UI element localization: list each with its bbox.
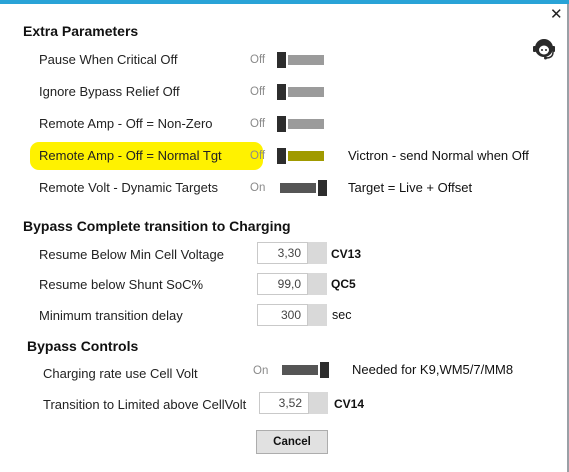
- label-transition-limited-cellvolt: Transition to Limited above CellVolt: [43, 397, 247, 412]
- input-resume-min-cell-voltage[interactable]: 3,30: [257, 242, 327, 264]
- toggle-knob: [277, 116, 286, 132]
- code-cv13: CV13: [331, 247, 362, 261]
- code-qc5: QC5: [331, 277, 356, 291]
- state-remote-volt-dynamic: On: [250, 182, 266, 194]
- note-victron: Victron - send Normal when Off: [348, 148, 529, 163]
- toggle-pause-when-critical[interactable]: [277, 52, 325, 68]
- toggle-track: [280, 183, 316, 193]
- toggle-ignore-bypass-relief[interactable]: [277, 84, 325, 100]
- note-target-live-offset: Target = Live + Offset: [348, 180, 473, 195]
- toggle-track: [288, 55, 324, 65]
- toggle-remote-amp-normal-tgt[interactable]: [277, 148, 325, 164]
- toggle-remote-amp-non-zero[interactable]: [277, 116, 325, 132]
- section-title-bypass-controls: Bypass Controls: [27, 338, 139, 354]
- window-top-accent-bar: [0, 0, 569, 4]
- state-pause-when-critical: Off: [250, 54, 266, 66]
- close-icon[interactable]: ✕: [550, 7, 563, 23]
- toggle-knob: [277, 148, 286, 164]
- state-remote-amp-normal-tgt: Off: [250, 150, 266, 162]
- input-resume-shunt-soc[interactable]: 99,0: [257, 273, 327, 295]
- state-charging-rate-cell-volt: On: [253, 365, 269, 377]
- label-remote-volt-dynamic: Remote Volt - Dynamic Targets: [39, 180, 218, 195]
- section-title-extra-parameters: Extra Parameters: [23, 23, 139, 39]
- label-remote-amp-non-zero: Remote Amp - Off = Non-Zero: [39, 116, 213, 131]
- toggle-knob: [318, 180, 327, 196]
- state-ignore-bypass-relief: Off: [250, 86, 266, 98]
- headset-support-icon[interactable]: [532, 36, 556, 62]
- label-ignore-bypass-relief: Ignore Bypass Relief Off: [39, 84, 180, 99]
- toggle-charging-rate-cell-volt[interactable]: [281, 362, 329, 378]
- toggle-knob: [320, 362, 329, 378]
- state-remote-amp-non-zero: Off: [250, 118, 266, 130]
- label-resume-shunt-soc: Resume below Shunt SoC%: [39, 277, 204, 292]
- label-charging-rate-cell-volt: Charging rate use Cell Volt: [43, 366, 198, 381]
- code-cv14: CV14: [334, 397, 365, 411]
- toggle-track: [288, 119, 324, 129]
- section-title-bypass-transition: Bypass Complete transition to Charging: [23, 218, 291, 234]
- toggle-track: [288, 151, 324, 161]
- toggle-track: [282, 365, 318, 375]
- toggle-remote-volt-dynamic[interactable]: [279, 180, 327, 196]
- label-resume-min-cell-voltage: Resume Below Min Cell Voltage: [39, 247, 224, 262]
- toggle-knob: [277, 52, 286, 68]
- label-minimum-transition-delay: Minimum transition delay: [39, 308, 183, 323]
- unit-sec: sec: [332, 308, 352, 322]
- label-pause-when-critical: Pause When Critical Off: [39, 52, 178, 67]
- toggle-track: [288, 87, 324, 97]
- label-remote-amp-normal-tgt: Remote Amp - Off = Normal Tgt: [39, 148, 222, 163]
- note-needed-for: Needed for K9,WM5/7/MM8: [352, 362, 514, 377]
- input-minimum-transition-delay[interactable]: 300: [257, 304, 327, 326]
- toggle-knob: [277, 84, 286, 100]
- input-transition-limited-cellvolt[interactable]: 3,52: [259, 392, 328, 414]
- cancel-button[interactable]: Cancel: [256, 430, 328, 454]
